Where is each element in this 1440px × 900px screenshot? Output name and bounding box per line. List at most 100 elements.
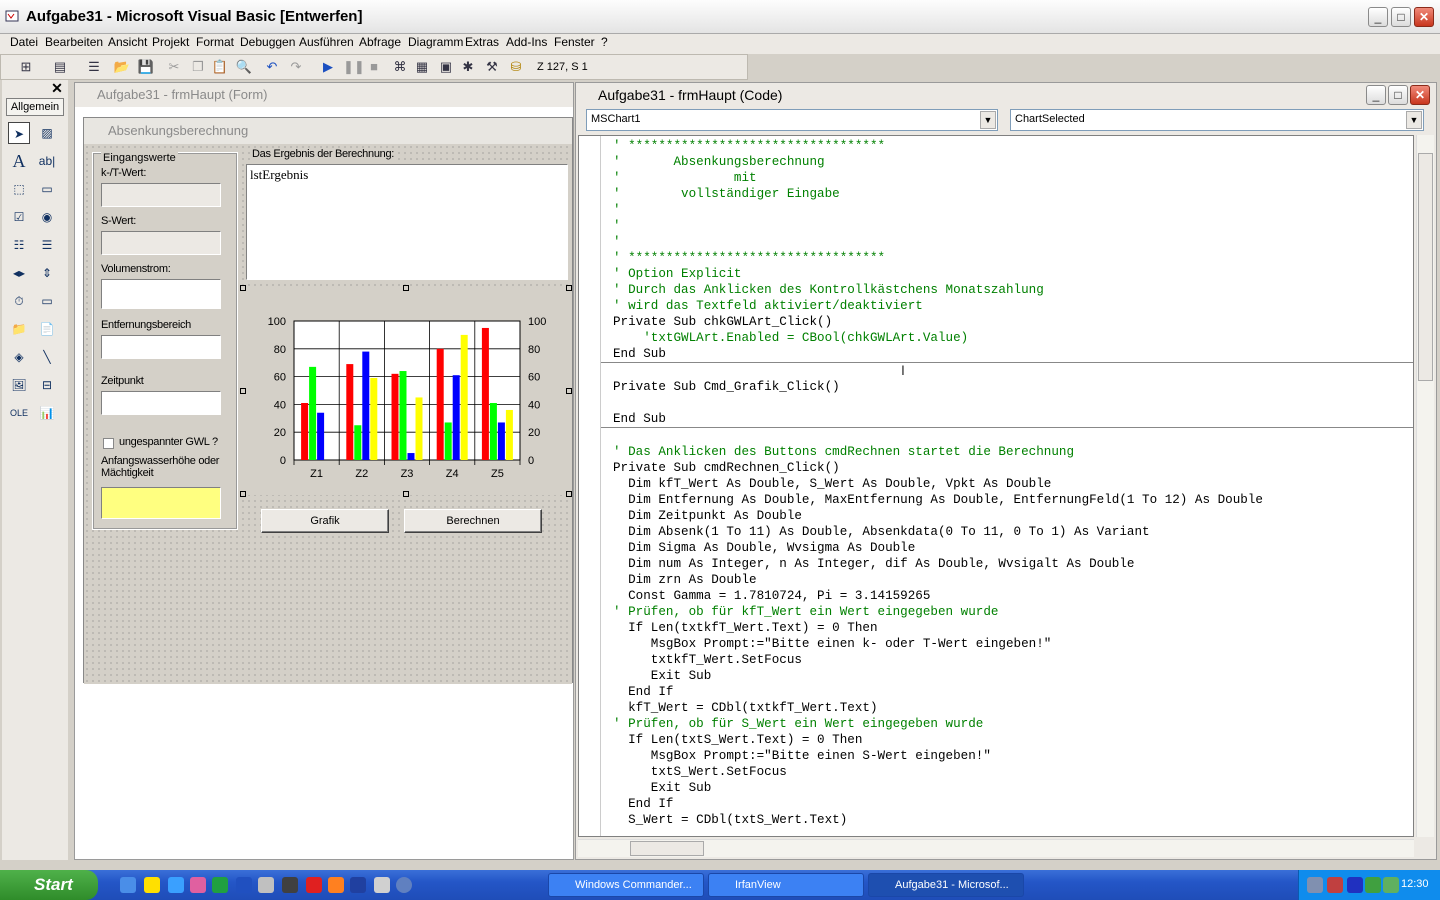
grafik-button[interactable]: Grafik: [261, 509, 389, 533]
resize-handle[interactable]: [403, 285, 409, 291]
task-irfanview[interactable]: IrfanView: [708, 873, 864, 897]
chevron-down-icon[interactable]: ▼: [1406, 111, 1422, 129]
menu-projekt[interactable]: Projekt: [152, 35, 189, 49]
menu-format[interactable]: Format: [196, 35, 234, 49]
code-close-button[interactable]: ✕: [1410, 85, 1430, 105]
anfang-input[interactable]: [101, 487, 221, 519]
toolbox-tab-allgemein[interactable]: Allgemein: [6, 98, 64, 116]
code-line[interactable]: MsgBox Prompt:="Bitte einen k- oder T-We…: [613, 636, 1413, 652]
data-view-icon[interactable]: ⛁: [507, 58, 525, 76]
code-line[interactable]: ' Das Anklicken des Buttons cmdRechnen s…: [613, 444, 1413, 460]
code-line[interactable]: [613, 363, 1413, 379]
vertical-scrollbar[interactable]: [1416, 135, 1434, 837]
data-icon[interactable]: ⊟: [36, 374, 58, 396]
horizontal-scroll-thumb[interactable]: [630, 841, 704, 856]
menu-addins[interactable]: Add-Ins: [506, 35, 547, 49]
redo-icon[interactable]: ↷: [287, 58, 305, 76]
code-line[interactable]: [613, 395, 1413, 411]
resize-handle[interactable]: [240, 491, 246, 497]
ole-icon[interactable]: OLE: [8, 402, 30, 424]
add-form-icon[interactable]: ▤: [51, 58, 69, 76]
volumen-input[interactable]: [101, 279, 221, 309]
checkbox-icon[interactable]: ☑: [8, 206, 30, 228]
code-line[interactable]: Const Gamma = 1.7810724, Pi = 3.14159265: [613, 588, 1413, 604]
media-icon[interactable]: [396, 877, 412, 893]
close-button[interactable]: ✕: [1414, 7, 1434, 27]
hscrollbar-icon[interactable]: ◂▸: [8, 262, 30, 284]
tray-icon[interactable]: [1307, 877, 1323, 893]
code-maximize-button[interactable]: □: [1388, 85, 1408, 105]
quicklaunch-icon[interactable]: [350, 877, 366, 893]
code-line[interactable]: End If: [613, 796, 1413, 812]
quicklaunch-icon[interactable]: [120, 877, 136, 893]
code-line[interactable]: Private Sub chkGWLArt_Click(): [613, 314, 1413, 330]
chevron-down-icon[interactable]: ▼: [980, 111, 996, 129]
menu-diagramm[interactable]: Diagramm: [408, 35, 463, 49]
code-line[interactable]: Dim Sigma As Double, Wvsigma As Double: [613, 540, 1413, 556]
code-line[interactable]: ': [613, 202, 1413, 218]
properties-icon[interactable]: ▦: [413, 58, 431, 76]
mschart-control[interactable]: 0 0 20 20 40 40 60 60 80 80 100 100 Z1 Z2 Z3 Z4 Z5: [240, 285, 572, 497]
code-line[interactable]: S_Wert = CDbl(txtS_Wert.Text): [613, 812, 1413, 828]
menu-extras[interactable]: Extras: [465, 35, 499, 49]
copy-icon[interactable]: ❐: [189, 58, 207, 76]
menu-abfrage[interactable]: Abfrage: [359, 35, 401, 49]
code-line[interactable]: ' Absenkungsberechnung: [613, 154, 1413, 170]
resize-handle[interactable]: [566, 491, 572, 497]
code-line[interactable]: End If: [613, 684, 1413, 700]
code-line[interactable]: Private Sub Cmd_Grafik_Click(): [613, 379, 1413, 395]
run-icon[interactable]: ▶: [319, 58, 337, 76]
picturebox-icon[interactable]: ▨: [36, 122, 58, 144]
pause-icon[interactable]: ❚❚: [343, 58, 365, 76]
code-line[interactable]: Dim Zeitpunkt As Double: [613, 508, 1413, 524]
textbox-icon[interactable]: ab|: [36, 150, 58, 172]
code-line[interactable]: ' **********************************: [613, 250, 1413, 266]
kft-input[interactable]: [101, 183, 221, 207]
minimize-button[interactable]: _: [1368, 7, 1388, 27]
code-line[interactable]: ' Prüfen, ob für S_Wert ein Wert eingege…: [613, 716, 1413, 732]
code-text[interactable]: ' ********************************** ' Ab…: [601, 138, 1413, 828]
eingangswerte-frame[interactable]: Eingangswerte k-/T-Wert: S-Wert: Volumen…: [92, 152, 238, 530]
object-combo[interactable]: MSChart1 ▼: [586, 109, 998, 131]
image-icon[interactable]: 🖼: [8, 374, 30, 396]
task-windows-commander[interactable]: Windows Commander...: [548, 873, 704, 897]
shape-icon[interactable]: ◈: [8, 346, 30, 368]
frame-icon[interactable]: ⬚: [8, 178, 30, 200]
code-line[interactable]: End Sub: [613, 411, 1413, 427]
vscrollbar-icon[interactable]: ⇕: [36, 262, 58, 284]
procedure-combo[interactable]: ChartSelected ▼: [1010, 109, 1424, 131]
resize-handle[interactable]: [240, 388, 246, 394]
code-line[interactable]: ' Durch das Anklicken des Kontrollkästch…: [613, 282, 1413, 298]
add-project-icon[interactable]: ⊞: [17, 58, 35, 76]
code-line[interactable]: [613, 428, 1413, 444]
cut-icon[interactable]: ✂: [165, 58, 183, 76]
menu-datei[interactable]: Datei: [10, 35, 38, 49]
menu-fenster[interactable]: Fenster: [554, 35, 595, 49]
entfernung-input[interactable]: [101, 335, 221, 359]
code-line[interactable]: ': [613, 218, 1413, 234]
code-line[interactable]: Exit Sub: [613, 668, 1413, 684]
code-line[interactable]: ' Prüfen, ob für kfT_Wert ein Wert einge…: [613, 604, 1413, 620]
mschart-icon[interactable]: 📊: [36, 402, 58, 424]
form-layout-icon[interactable]: ▣: [437, 58, 455, 76]
quicklaunch-icon[interactable]: [144, 877, 160, 893]
close-icon[interactable]: ✕: [48, 80, 66, 96]
menu-ansicht[interactable]: Ansicht: [108, 35, 147, 49]
commandbutton-icon[interactable]: ▭: [36, 178, 58, 200]
code-line[interactable]: Private Sub cmdRechnen_Click(): [613, 460, 1413, 476]
code-line[interactable]: ': [613, 234, 1413, 250]
code-line[interactable]: MsgBox Prompt:="Bitte einen S-Wert einge…: [613, 748, 1413, 764]
drivelistbox-icon[interactable]: ▭: [36, 290, 58, 312]
code-line[interactable]: txtkfT_Wert.SetFocus: [613, 652, 1413, 668]
resize-handle[interactable]: [566, 285, 572, 291]
menu-bearbeiten[interactable]: Bearbeiten: [45, 35, 103, 49]
code-line[interactable]: kfT_Wert = CDbl(txtkfT_Wert.Text): [613, 700, 1413, 716]
tray-icon[interactable]: [1347, 877, 1363, 893]
swert-input[interactable]: [101, 231, 221, 255]
tray-icon[interactable]: [1327, 877, 1343, 893]
irfanview-icon[interactable]: [306, 877, 322, 893]
zeitpunkt-input[interactable]: [101, 391, 221, 415]
open-icon[interactable]: 📂: [113, 58, 131, 76]
form-frmhaupt[interactable]: Absenkungsberechnung Eingangswerte k-/T-…: [83, 117, 573, 684]
code-line[interactable]: Dim num As Integer, n As Integer, dif As…: [613, 556, 1413, 572]
